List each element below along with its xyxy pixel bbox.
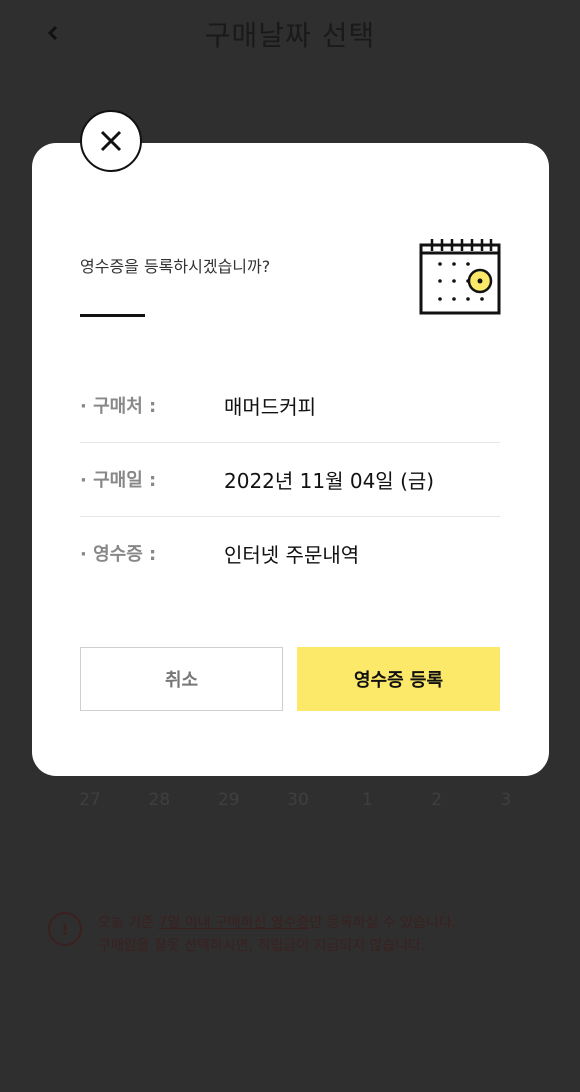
cancel-button[interactable]: 취소 (80, 647, 283, 711)
date-value: 2022년 11월 04일 (금) (224, 468, 435, 493)
register-receipt-button[interactable]: 영수증 등록 (297, 647, 500, 711)
header: 구매날짜 선택 (0, 0, 580, 70)
notice-part2: 7일 이내 구매하신 영수증 (158, 915, 310, 931)
exclamation-icon: ! (48, 912, 82, 946)
receipt-label: · 영수증 : (80, 544, 157, 565)
calendar-day[interactable]: 29 (197, 790, 261, 814)
calendar-day[interactable]: 28 (127, 790, 191, 814)
modal-question: 영수증을 등록하시겠습니까? (80, 257, 271, 276)
title-underline (80, 314, 145, 317)
info-row-store: · 구매처 : 매머드커피 (80, 368, 500, 443)
close-button[interactable] (80, 110, 142, 172)
notice-line2: 구매일을 잘못 선택하시면, 적립금이 지급되지 않습니다. (98, 938, 426, 954)
calendar-day[interactable]: 3 (474, 790, 538, 814)
notice: ! 오늘 기준 7일 이내 구매하신 영수증만 등록하실 수 있습니다. 구매일… (48, 912, 548, 958)
calendar-day[interactable]: 27 (58, 790, 122, 814)
calendar-icon (419, 239, 501, 315)
notice-text: 오늘 기준 7일 이내 구매하신 영수증만 등록하실 수 있습니다. 구매일을 … (98, 912, 456, 958)
notice-part3: 만 등록하실 수 있습니다. (309, 915, 457, 931)
date-label: · 구매일 : (80, 470, 157, 491)
info-row-receipt: · 영수증 : 인터넷 주문내역 (80, 516, 500, 590)
calendar-day[interactable]: 30 (266, 790, 330, 814)
info-row-date: · 구매일 : 2022년 11월 04일 (금) (80, 442, 500, 517)
store-label: · 구매처 : (80, 396, 157, 417)
calendar-day[interactable]: 1 (335, 790, 399, 814)
calendar-day[interactable]: 2 (405, 790, 469, 814)
calendar-last-row: 27 28 29 30 1 2 3 (58, 790, 538, 814)
close-icon (100, 130, 122, 152)
store-value: 매머드커피 (224, 394, 316, 419)
page-title: 구매날짜 선택 (204, 19, 376, 52)
receipt-modal: 영수증을 등록하시겠습니까? · 구매처 : 매머드커피 · 구매일 : 202… (32, 143, 549, 776)
notice-part1: 오늘 기준 (98, 915, 159, 931)
receipt-value: 인터넷 주문내역 (224, 542, 360, 567)
